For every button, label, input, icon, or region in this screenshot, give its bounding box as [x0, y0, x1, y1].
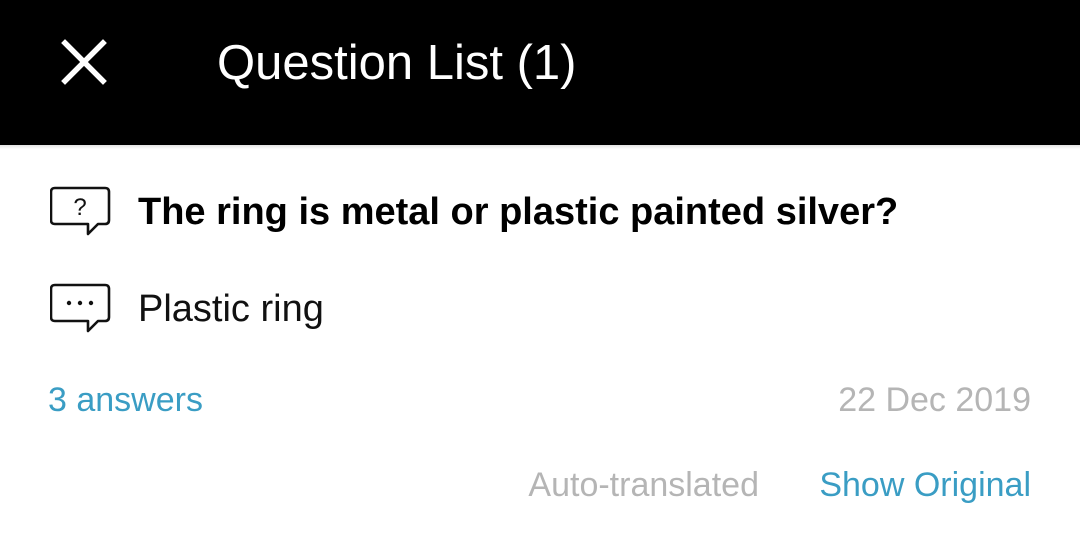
question-text: The ring is metal or plastic painted sil…: [138, 191, 899, 233]
header-shadow: [0, 145, 1080, 149]
close-button[interactable]: [58, 36, 110, 88]
auto-translated-label: Auto-translated: [528, 466, 759, 504]
svg-text:?: ?: [73, 194, 86, 221]
answers-count-link[interactable]: 3 answers: [48, 378, 203, 422]
question-list-screen: Question List (1) ? The ring is metal or…: [0, 0, 1080, 546]
question-date: 22 Dec 2019: [838, 381, 1031, 419]
page-title: Question List (1): [217, 36, 577, 90]
answer-bubble-icon: [50, 283, 112, 335]
show-original-link[interactable]: Show Original: [819, 463, 1031, 507]
close-icon: [61, 39, 107, 85]
question-bubble-icon: ?: [50, 186, 112, 238]
top-bar: Question List (1): [0, 0, 1080, 145]
answer-text: Plastic ring: [138, 288, 324, 330]
